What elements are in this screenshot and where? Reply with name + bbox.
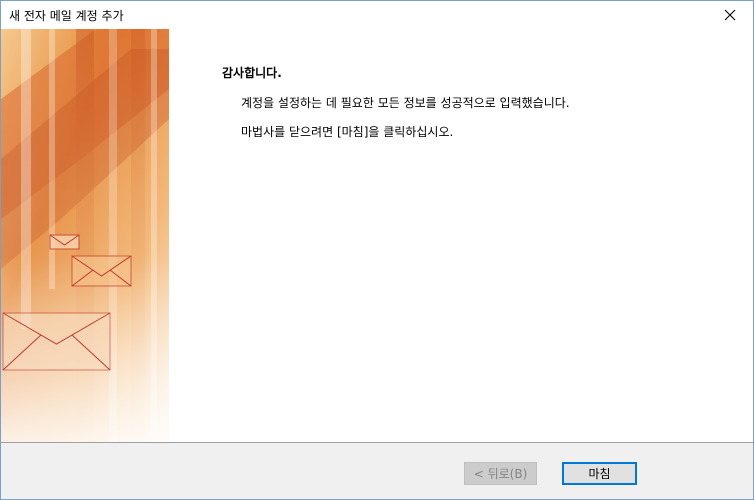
wizard-content: 감사합니다. 계정을 설정하는 데 필요한 모든 정보를 성공적으로 입력했습니…: [1, 29, 753, 442]
back-button[interactable]: < 뒤로(B): [464, 462, 537, 485]
instruction-message: 마법사를 닫으려면 [마침]을 클릭하십시오.: [241, 125, 454, 139]
title-bar[interactable]: 새 전자 메일 계정 추가: [1, 1, 753, 29]
page-heading: 감사합니다.: [222, 66, 282, 80]
envelope-icon: [71, 255, 132, 287]
close-icon: [724, 9, 736, 21]
footer-divider: [1, 442, 753, 443]
envelope-icon: [2, 312, 111, 371]
close-button[interactable]: [707, 1, 753, 29]
envelope-icon: [49, 234, 80, 250]
wizard-banner-image: [1, 29, 169, 442]
window-title: 새 전자 메일 계정 추가: [9, 9, 124, 23]
dialog-window: 새 전자 메일 계정 추가 감사합니다. 계정을 설정하는 데 필요한 모든 정…: [0, 0, 754, 500]
finish-button[interactable]: 마침: [562, 462, 637, 485]
success-message: 계정을 설정하는 데 필요한 모든 정보를 성공적으로 입력했습니다.: [241, 96, 570, 110]
